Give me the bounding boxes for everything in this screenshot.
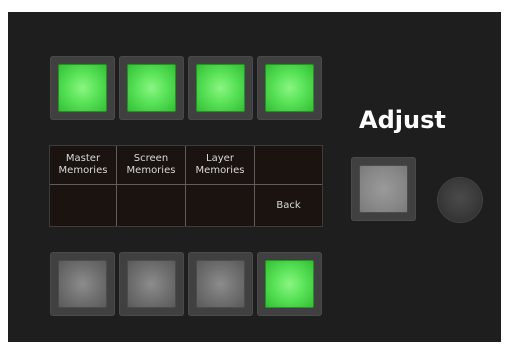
display-cell-empty[interactable] xyxy=(186,185,254,226)
top-key-3-light xyxy=(196,64,245,112)
display-label: Screen Memories xyxy=(126,153,176,176)
bottom-key-4-light xyxy=(265,260,314,308)
bottom-key-1-light xyxy=(58,260,107,308)
top-key-4-light xyxy=(265,64,314,112)
top-key-3[interactable] xyxy=(188,56,253,120)
top-key-2[interactable] xyxy=(119,56,184,120)
display-label: Back xyxy=(276,199,301,211)
top-key-1-light xyxy=(58,64,107,112)
top-key-1[interactable] xyxy=(50,56,115,120)
display-cell-screen-memories[interactable]: Screen Memories xyxy=(117,146,185,184)
display-label: Layer Memories xyxy=(195,153,245,176)
bottom-key-2[interactable] xyxy=(119,252,184,316)
top-key-4[interactable] xyxy=(257,56,322,120)
adjust-key-light xyxy=(359,165,408,213)
bottom-key-4-back[interactable] xyxy=(257,252,322,316)
bottom-key-2-light xyxy=(127,260,176,308)
display-cell-empty[interactable] xyxy=(255,146,322,184)
bottom-key-3[interactable] xyxy=(188,252,253,316)
display-cell-master-memories[interactable]: Master Memories xyxy=(50,146,116,184)
control-panel: Master Memories Screen Memories Layer Me… xyxy=(8,12,501,342)
display-cell-back[interactable]: Back xyxy=(255,185,322,226)
display-label: Master Memories xyxy=(58,153,108,176)
display-cell-empty[interactable] xyxy=(50,185,116,226)
bottom-key-1[interactable] xyxy=(50,252,115,316)
display-cell-empty[interactable] xyxy=(117,185,185,226)
bottom-key-3-light xyxy=(196,260,245,308)
adjust-key[interactable] xyxy=(351,157,416,221)
adjust-knob[interactable] xyxy=(438,178,482,222)
adjust-title: Adjust xyxy=(359,106,446,134)
display-cell-layer-memories[interactable]: Layer Memories xyxy=(186,146,254,184)
soft-key-display: Master Memories Screen Memories Layer Me… xyxy=(50,146,322,226)
top-key-2-light xyxy=(127,64,176,112)
